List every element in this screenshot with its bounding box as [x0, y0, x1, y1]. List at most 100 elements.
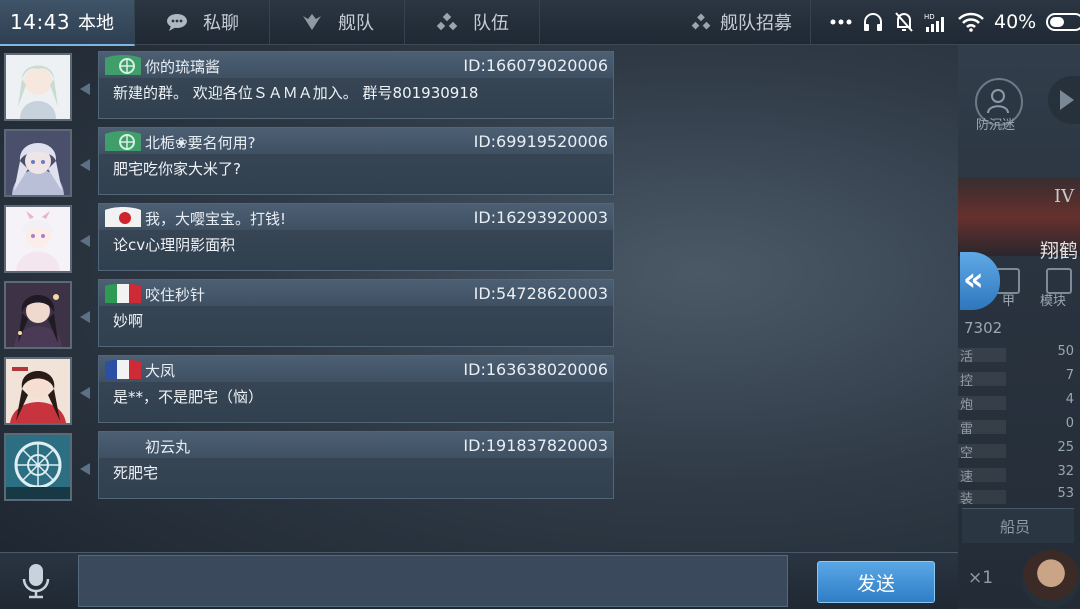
- ship-name: 翔鹤: [1040, 240, 1079, 262]
- tab-label: 私聊: [203, 13, 239, 34]
- stat-row: 速 32: [958, 464, 1074, 485]
- tab-private-chat[interactable]: 私聊: [135, 0, 270, 44]
- japan-flag-icon: [105, 207, 141, 227]
- battery-percent: 40%: [994, 11, 1037, 33]
- message-bubble: 咬住秒针 ID:54728620003 妙啊: [98, 279, 614, 347]
- sender-id: ID:54728620003: [473, 284, 608, 303]
- fleet-recruit-button[interactable]: 舰队招募: [672, 0, 811, 44]
- anti-addiction-label: 防沉迷: [976, 118, 1016, 133]
- mute-bell-icon: [895, 12, 913, 32]
- chat-bubble-icon: [167, 14, 187, 31]
- message-bubble: 初云丸 ID:191837820003 死肥宅: [98, 431, 614, 499]
- list-item: 我，大嘤宝宝。打钱! ID:16293920003 论cv心理阴影面积: [0, 201, 620, 275]
- tab-team[interactable]: 队伍: [405, 0, 540, 44]
- microphone-icon: [22, 564, 50, 599]
- crew-label: 船员: [1000, 518, 1031, 536]
- avatar[interactable]: [4, 357, 72, 425]
- ship-tier: IV: [1054, 186, 1075, 207]
- armor-label: 甲: [1002, 294, 1016, 309]
- top-bar: 本地 私聊 舰队 队伍 舰队招募 14:43 HD 40%: [0, 0, 1080, 46]
- green-emblem-flag-icon: [105, 131, 141, 151]
- team-dots-icon: [436, 12, 458, 31]
- green-emblem-flag-icon: [105, 55, 141, 75]
- tab-fleet[interactable]: 舰队: [270, 0, 405, 44]
- signal-hd-icon: HD: [924, 13, 944, 32]
- list-item: 咬住秒针 ID:54728620003 妙啊: [0, 277, 620, 351]
- message-header: 我，大嘤宝宝。打钱! ID:16293920003: [99, 204, 613, 230]
- headphones-icon: [864, 13, 882, 31]
- list-item: 你的琉璃酱 ID:166079020006 新建的群。 欢迎各位ＳＡＭＡ加入。 …: [0, 49, 620, 123]
- sender-name: 你的琉璃酱: [145, 58, 221, 76]
- list-item: 大凤 ID:163638020006 是**，不是肥宅（恼）: [0, 353, 620, 427]
- message-header: 北栀❀要名何用? ID:69919520006: [99, 128, 613, 154]
- stat-row: 活 50: [958, 344, 1074, 365]
- avatar[interactable]: [4, 433, 72, 501]
- stat-row: 雷0: [958, 416, 1074, 437]
- message-header: 你的琉璃酱 ID:166079020006: [99, 52, 613, 78]
- stat-row: 控7: [958, 368, 1074, 389]
- italy-flag-icon: [105, 284, 141, 303]
- message-text: 论cv心理阴影面积: [113, 236, 236, 254]
- recruit-label: 舰队招募: [720, 13, 792, 34]
- bubble-tail: [80, 311, 90, 323]
- sender-name: 我，大嘤宝宝。打钱!: [145, 210, 287, 228]
- sender-name: 初云丸: [145, 438, 191, 456]
- avatar[interactable]: [4, 281, 72, 349]
- stat-row: 空 25: [958, 440, 1074, 461]
- chat-message-list[interactable]: 你的琉璃酱 ID:166079020006 新建的群。 欢迎各位ＳＡＭＡ加入。 …: [0, 45, 958, 552]
- bubble-tail: [80, 235, 90, 247]
- bubble-tail: [80, 159, 90, 171]
- crew-button[interactable]: 船员: [962, 508, 1074, 543]
- tab-label: 队伍: [473, 13, 509, 34]
- bubble-tail: [80, 387, 90, 399]
- system-status-icons: HD 40%: [830, 8, 1080, 36]
- message-header: 初云丸 ID:191837820003: [99, 432, 613, 458]
- voice-input-button[interactable]: [14, 561, 58, 601]
- message-bubble: 北栀❀要名何用? ID:69919520006 肥宅吃你家大米了?: [98, 127, 614, 195]
- double-chevron-left-icon: «: [963, 260, 984, 298]
- message-header: 大凤 ID:163638020006: [99, 356, 613, 382]
- message-bubble: 我，大嘤宝宝。打钱! ID:16293920003 论cv心理阴影面积: [98, 203, 614, 271]
- list-item: 初云丸 ID:191837820003 死肥宅: [0, 429, 620, 503]
- chat-text-input[interactable]: [78, 555, 788, 607]
- battery-icon: [1046, 13, 1080, 31]
- sender-name: 咬住秒针: [145, 286, 206, 304]
- person-icon: [987, 89, 1009, 114]
- more-dots-icon: [830, 19, 852, 25]
- stat-row: 炮4: [958, 392, 1074, 413]
- tab-label: 本地: [78, 13, 114, 34]
- captain-avatar[interactable]: [1022, 550, 1080, 608]
- wifi-icon: [958, 12, 984, 32]
- sender-id: ID:16293920003: [473, 208, 608, 227]
- send-button[interactable]: 发送: [817, 561, 935, 603]
- multiplier: ×1: [968, 568, 994, 588]
- message-text: 妙啊: [113, 312, 144, 330]
- sender-id: ID:69919520006: [473, 132, 608, 151]
- svg-text:HD: HD: [924, 13, 935, 21]
- sender-id: ID:163638020006: [463, 360, 608, 379]
- message-bubble: 你的琉璃酱 ID:166079020006 新建的群。 欢迎各位ＳＡＭＡ加入。 …: [98, 51, 614, 119]
- bubble-tail: [80, 83, 90, 95]
- sender-id: ID:166079020006: [463, 56, 608, 75]
- message-header: 咬住秒针 ID:54728620003: [99, 280, 613, 306]
- team-dots-icon: [691, 13, 711, 30]
- avatar[interactable]: [4, 205, 72, 273]
- sender-name: 北栀❀要名何用?: [145, 134, 256, 152]
- message-text: 死肥宅: [113, 464, 159, 482]
- clock: 14:43: [10, 10, 71, 34]
- sender-name: 大凤: [145, 362, 176, 380]
- avatar[interactable]: [4, 53, 72, 121]
- list-item: 北栀❀要名何用? ID:69919520006 肥宅吃你家大米了?: [0, 125, 620, 199]
- ship-number: 7302: [964, 319, 1003, 337]
- stat-row: 装 53: [958, 486, 1074, 507]
- bubble-tail: [80, 463, 90, 475]
- avatar[interactable]: [4, 129, 72, 197]
- fleet-emblem-icon: [303, 14, 321, 30]
- tab-label: 舰队: [338, 13, 374, 34]
- message-text: 肥宅吃你家大米了?: [113, 160, 241, 178]
- message-bubble: 大凤 ID:163638020006 是**，不是肥宅（恼）: [98, 355, 614, 423]
- chat-input-bar: 发送: [0, 552, 958, 609]
- france-flag-icon: [105, 360, 141, 379]
- sender-id: ID:191837820003: [463, 436, 608, 455]
- message-text: 新建的群。 欢迎各位ＳＡＭＡ加入。 群号801930918: [113, 84, 479, 102]
